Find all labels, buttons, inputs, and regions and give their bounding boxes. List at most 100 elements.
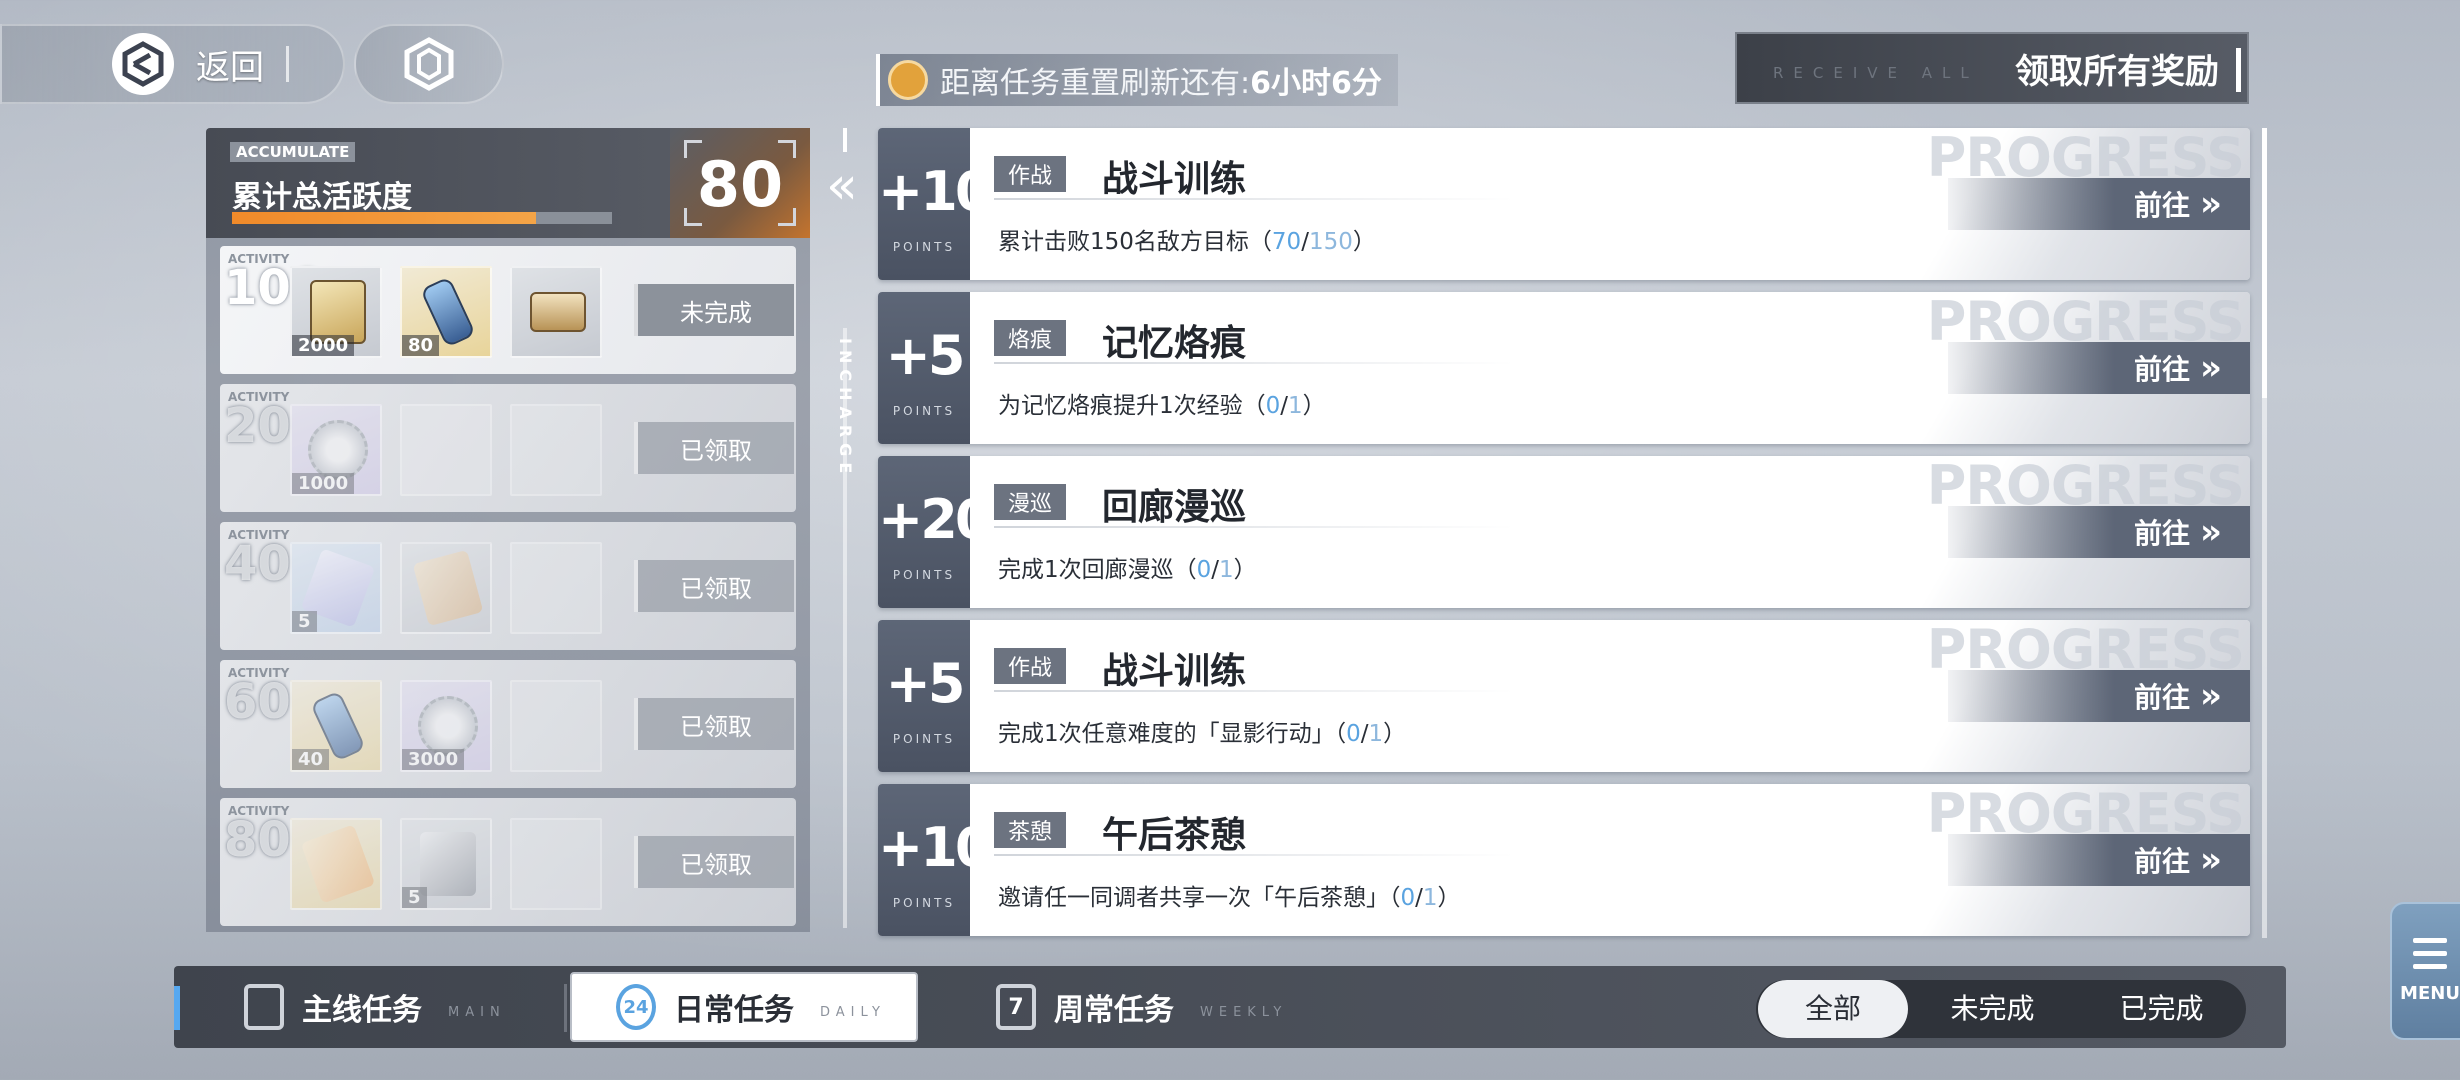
double-arrow-icon: » <box>2200 840 2222 880</box>
accumulate-header: ACCUMULATE 累计总活跃度 80 <box>206 128 810 238</box>
divider <box>994 854 1514 856</box>
reward-item[interactable]: 3000 <box>400 680 492 772</box>
reward-item[interactable] <box>290 818 382 910</box>
go-button[interactable]: 前往 » <box>1948 342 2250 394</box>
clipboard-icon <box>244 984 284 1030</box>
points-value: +5 <box>885 652 966 715</box>
item-qty: 3000 <box>402 749 465 770</box>
reward-level: 20 <box>224 398 291 454</box>
go-label: 前往 <box>2134 353 2191 386</box>
points-value: +20 <box>878 488 992 551</box>
task-points: +5 POINTS <box>878 292 970 444</box>
reward-item[interactable]: 80 <box>400 266 492 358</box>
points-value: +10 <box>878 160 992 223</box>
reward-item[interactable]: 40 <box>290 680 382 772</box>
item-qty: 80 <box>402 335 440 356</box>
divider <box>286 46 289 82</box>
reward-item[interactable] <box>400 542 492 634</box>
points-sublabel: POINTS <box>892 404 956 418</box>
receive-all-button[interactable]: RECEIVE ALL 领取所有奖励 <box>1735 32 2249 104</box>
item-qty: 5 <box>292 611 317 632</box>
task-category-badge: 茶憩 <box>994 812 1067 848</box>
item-qty: 1000 <box>292 473 355 494</box>
scrollbar-thumb[interactable] <box>2262 128 2267 398</box>
reward-status-button[interactable]: 已领取 <box>634 698 794 750</box>
filter-all[interactable]: 全部 <box>1758 980 1908 1038</box>
go-label: 前往 <box>2134 681 2191 714</box>
go-label: 前往 <box>2134 189 2191 222</box>
reward-item[interactable]: 5 <box>400 818 492 910</box>
task-scrollbar[interactable] <box>2262 128 2267 938</box>
chip-icon <box>300 824 376 904</box>
points-sublabel: POINTS <box>892 568 956 582</box>
tab-weekly[interactable]: 7 周常任务 WEEKLY <box>996 972 1287 1042</box>
divider <box>564 984 567 1032</box>
reward-status-button[interactable]: 已领取 <box>634 836 794 888</box>
task-category-badge: 作战 <box>994 156 1067 192</box>
filter-complete[interactable]: 已完成 <box>2077 980 2246 1038</box>
task-category-badge: 漫巡 <box>994 484 1067 520</box>
task-title: 午后茶憩 <box>1102 815 1247 856</box>
divider <box>994 526 1514 528</box>
tab-sublabel: MAIN <box>448 1004 506 1020</box>
collapse-chevron-icon[interactable]: « <box>826 160 858 212</box>
task-card: +10 POINTS PROGRESS 作战 战斗训练 累计击败150名敌方目标（… <box>878 128 2250 280</box>
reward-row-20: ACTIVITY 20 1000 已领取 <box>220 384 796 512</box>
task-title: 记忆烙痕 <box>1102 323 1247 364</box>
empty-slot <box>510 404 602 496</box>
go-button[interactable]: 前往 » <box>1948 178 2250 230</box>
divider <box>994 198 1514 200</box>
menu-button[interactable]: MENU <box>2390 902 2460 1040</box>
divider <box>994 690 1514 692</box>
accumulate-title: 累计总活跃度 <box>232 180 412 215</box>
go-button[interactable]: 前往 » <box>1948 506 2250 558</box>
points-value: +10 <box>878 816 992 879</box>
tab-sublabel: DAILY <box>820 1004 886 1020</box>
task-description: 邀请任一同调者共享一次「午后茶憩」（0/1） <box>998 885 1461 911</box>
points-sublabel: POINTS <box>892 896 956 910</box>
accumulate-progress-fill <box>232 212 536 224</box>
double-arrow-icon: » <box>2200 184 2222 224</box>
reward-item[interactable] <box>510 266 602 358</box>
timer-value: 6小时6分 <box>1250 66 1382 101</box>
go-label: 前往 <box>2134 517 2191 550</box>
item-qty: 2000 <box>292 335 355 356</box>
task-points: +10 POINTS <box>878 128 992 280</box>
cloth-icon <box>420 832 476 896</box>
reward-item[interactable]: 5 <box>290 542 382 634</box>
reset-timer: 距离任务重置刷新还有: 6小时6分 <box>876 54 1398 106</box>
item-qty: 40 <box>292 749 330 770</box>
clock-24-icon: 24 <box>616 984 656 1030</box>
double-arrow-icon: » <box>2200 676 2222 716</box>
menu-label: MENU <box>2400 983 2460 1004</box>
tab-main[interactable]: 主线任务 MAIN <box>244 972 506 1042</box>
go-button[interactable]: 前往 » <box>1948 670 2250 722</box>
go-button[interactable]: 前往 » <box>1948 834 2250 886</box>
accumulate-value: 80 <box>696 148 784 221</box>
reward-status-button[interactable]: 未完成 <box>634 284 794 336</box>
home-icon <box>404 37 454 91</box>
empty-slot <box>400 404 492 496</box>
tab-label: 主线任务 <box>302 993 422 1028</box>
task-title: 回廊漫巡 <box>1102 487 1247 528</box>
double-arrow-icon: » <box>2200 348 2222 388</box>
reward-row-60: ACTIVITY 60 40 3000 已领取 <box>220 660 796 788</box>
calendar-7-icon: 7 <box>996 984 1036 1030</box>
tab-daily[interactable]: 24 日常任务 DAILY <box>570 972 918 1042</box>
home-button[interactable] <box>354 24 504 104</box>
reward-item[interactable]: 1000 <box>290 404 382 496</box>
empty-slot <box>510 818 602 910</box>
filter-incomplete[interactable]: 未完成 <box>1908 980 2077 1038</box>
reward-status-button[interactable]: 已领取 <box>634 560 794 612</box>
back-button[interactable]: 返回 <box>0 24 345 104</box>
empty-slot <box>510 680 602 772</box>
receive-all-label: 领取所有奖励 <box>2015 51 2219 92</box>
task-description: 完成1次回廊漫巡（0/1） <box>998 557 1257 583</box>
reward-item[interactable]: 2000 <box>290 266 382 358</box>
item-qty: 5 <box>402 887 427 908</box>
tab-label: 周常任务 <box>1054 993 1174 1028</box>
task-description: 累计击败150名敌方目标（70/150） <box>998 229 1376 255</box>
divider <box>994 362 1514 364</box>
accumulate-tag: ACCUMULATE <box>230 142 356 162</box>
reward-status-button[interactable]: 已领取 <box>634 422 794 474</box>
